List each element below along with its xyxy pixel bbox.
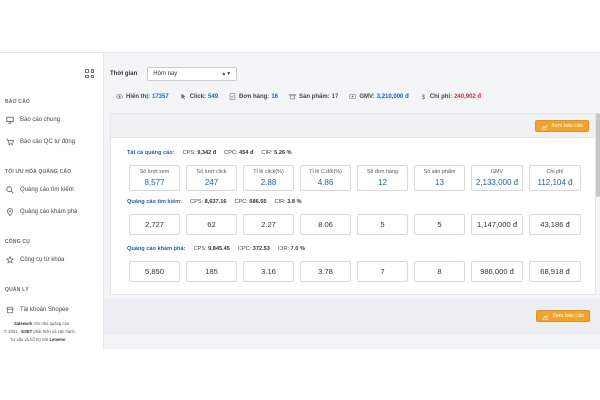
ads-report-panel: Xem báo cáo Tất cả quảng cáo: CPS: 9,342…: [110, 113, 596, 295]
metric-card: 43,186 đ: [529, 214, 581, 235]
metric-card: 5: [414, 214, 465, 235]
sidebar-item-auto-ads-report[interactable]: Báo cáo QC tự động: [6, 137, 75, 147]
time-filter-label: Thời gian: [110, 71, 138, 77]
summary-value: 16: [271, 93, 278, 100]
gmv-icon: [349, 93, 357, 100]
monitor-icon: [6, 116, 14, 124]
panel-header: Xem báo cáo: [111, 114, 595, 138]
footer-line-3: Tư vấn và hỗ trợ bởi Lemeno: [10, 337, 66, 342]
app-frame: BÁO CÁO Báo cáo chung Báo cáo QC tự động…: [0, 52, 600, 349]
sidebar-item-label: Quảng cáo tìm kiếm: [20, 187, 74, 193]
summary-value: 17357: [152, 93, 169, 100]
chart-trend-icon: [541, 123, 548, 130]
summary-orders: Đơn hàng: 16: [229, 93, 278, 100]
metric-card: 3.16: [243, 261, 294, 282]
app-window: BÁO CÁO Báo cáo chung Báo cáo QC tự động…: [0, 0, 600, 400]
all-ads-header: Tất cả quảng cáo: CPS: 9,342 đ CPC: 454 …: [127, 150, 292, 156]
sidebar-item-label: Báo cáo chung: [20, 117, 61, 123]
chart-trend-icon: [542, 313, 549, 320]
second-panel-header: Xem báo cáo: [104, 299, 600, 335]
time-filter: Thời gian Hôm nay ▲▼: [110, 67, 238, 81]
shop-icon: [6, 306, 14, 314]
svg-text:$: $: [421, 94, 425, 100]
metric-card: 2,727: [129, 214, 180, 235]
location-pin-icon: [6, 208, 14, 216]
summary-value: 240,902 đ: [454, 93, 482, 100]
metric-card: Số đơn hàng 12: [357, 165, 408, 191]
search-icon: [6, 186, 14, 194]
metric-card: GMV 2,133,000 đ: [471, 165, 523, 191]
summary-products: Sản phẩm: 17: [289, 93, 338, 100]
summary-gmv: GMV: 3,210,000 đ: [349, 93, 409, 100]
sidebar-item-general-report[interactable]: Báo cáo chung: [6, 115, 60, 125]
sidebar-item-discovery-ads[interactable]: Quảng cáo khám phá: [6, 207, 77, 217]
sidebar-item-label: Báo cáo QC tự động: [20, 139, 76, 145]
search-ads-cards: 2,727 62 2.27 8.06 5 5 1,147,000 đ 43,18…: [129, 214, 587, 235]
summary-cost: $ Chi phí: 240,902 đ: [420, 93, 482, 101]
time-select-value: Hôm nay: [153, 71, 178, 77]
metric-card: 3.78: [300, 261, 351, 282]
dollar-icon: $: [420, 93, 427, 100]
sidebar-item-label: Tài khoản Shopee: [20, 307, 69, 313]
summary-clicks: Click: 549: [180, 93, 218, 100]
summary-value: 17: [331, 93, 339, 100]
metric-card: Chi phí 112,104 đ: [529, 165, 581, 191]
sidebar-section-management: QUẢN LÝ: [5, 287, 29, 293]
time-select[interactable]: Hôm nay ▲▼: [147, 67, 238, 81]
summary-value: 549: [208, 93, 219, 100]
metric-card: Số lượt click 247: [186, 165, 237, 191]
sidebar-section-reports: BÁO CÁO: [5, 99, 31, 105]
footer-line-1: Salework cho nhà quảng cáo: [14, 321, 70, 326]
star-icon: [6, 256, 14, 264]
sort-caret-icon: ▲▼: [221, 71, 232, 77]
metric-card: 2.27: [243, 214, 294, 235]
summary-bar: Hiển thị: 17357 Click: 549 Đơn hàng: 16 Sản…: [116, 93, 492, 100]
metric-card: 5: [357, 214, 408, 235]
order-icon: [229, 93, 236, 100]
metric-card: 68,918 đ: [529, 261, 581, 282]
summary-value: 3,210,000 đ: [376, 93, 409, 100]
metric-card: 7: [357, 261, 408, 282]
sidebar-item-shopee-account[interactable]: Tài khoản Shopee: [6, 305, 69, 315]
cursor-icon: [180, 93, 187, 100]
sidebar-item-label: Công cụ từ khóa: [20, 257, 65, 263]
search-ads-header: Quảng cáo tìm kiếm: CPS: 8,637.16 CPC: 6…: [127, 199, 302, 205]
sidebar-item-keyword-tool[interactable]: Công cụ từ khóa: [6, 255, 64, 265]
sidebar: BÁO CÁO Báo cáo chung Báo cáo QC tự động…: [0, 53, 104, 349]
metric-card: 1,147,000 đ: [471, 214, 523, 235]
metric-card: 5,850: [129, 261, 180, 282]
metric-card: Số sản phẩm 13: [414, 165, 465, 191]
sidebar-section-ad-optimization: TỐI ƯU HÓA QUẢNG CÁO: [5, 169, 72, 175]
discovery-ads-header: Quảng cáo khám phá: CPS: 9,845.45 CPC: 3…: [127, 246, 305, 252]
discovery-ads-cards: 5,850 185 3.16 3.78 7 8 986,000 đ 68,918…: [129, 261, 587, 282]
eye-icon: [116, 93, 123, 100]
view-report-button-2[interactable]: Xem báo cáo: [536, 310, 590, 322]
metric-card: 185: [186, 261, 237, 282]
sidebar-item-label: Quảng cáo khám phá: [20, 209, 78, 215]
metric-card: Số lượt xem 8,577: [129, 165, 180, 191]
footer-line-2: © 2021 - ESET phát triển và vận hành: [4, 329, 75, 334]
sidebar-item-search-ads[interactable]: Quảng cáo tìm kiếm: [6, 185, 74, 195]
metric-card: Tỉ lệ C.đổi(%) 4.86: [300, 165, 351, 191]
sidebar-section-tools: CÔNG CỤ: [5, 239, 31, 245]
metric-card: 986,000 đ: [471, 261, 523, 282]
summary-impressions: Hiển thị: 17357: [116, 93, 169, 100]
view-report-button[interactable]: Xem báo cáo: [535, 120, 589, 132]
metric-card: 62: [186, 214, 237, 235]
all-ads-cards: Số lượt xem 8,577 Số lượt click 247 Tỉ lệ …: [129, 165, 587, 191]
box-icon: [289, 93, 296, 100]
main-content: Thời gian Hôm nay ▲▼ Hiển thị: 17357 Clic…: [104, 53, 600, 349]
metric-card: Tỉ lệ click(%) 2.88: [243, 165, 294, 191]
grid-menu-icon[interactable]: [85, 69, 94, 78]
metric-card: 8: [414, 261, 465, 282]
cart-icon: [6, 138, 14, 146]
metric-card: 8.06: [300, 214, 351, 235]
scrollbar-thumb[interactable]: [596, 113, 600, 197]
